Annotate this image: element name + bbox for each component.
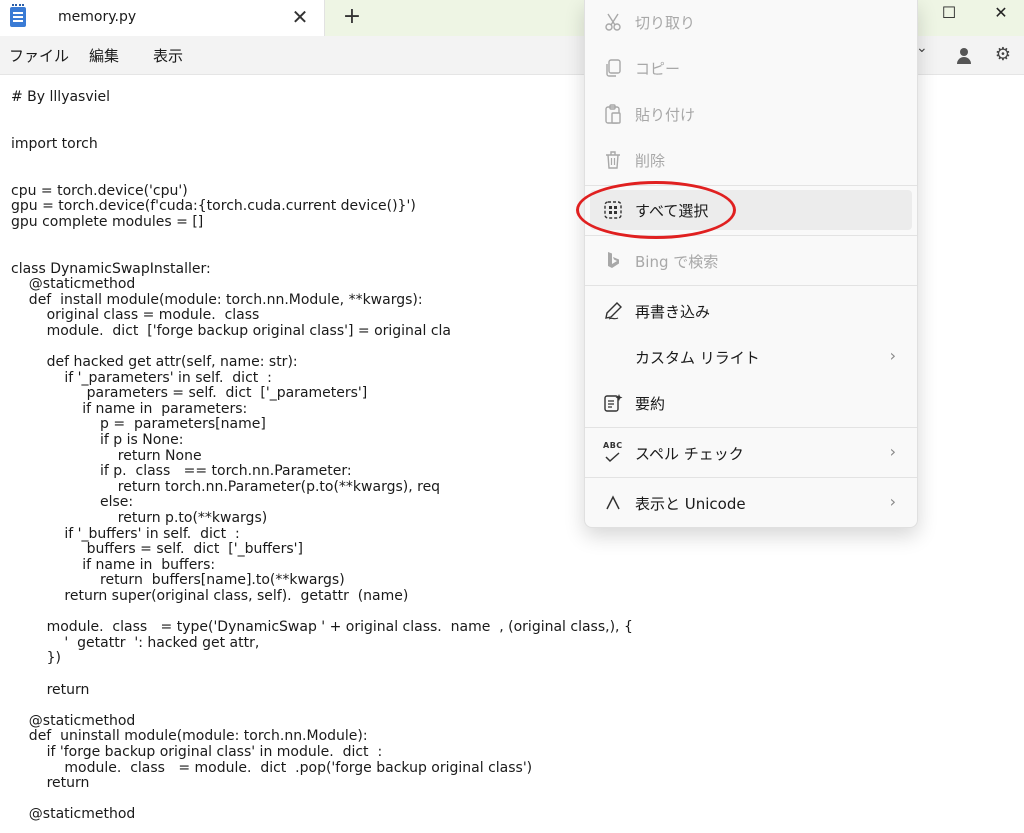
menu-item-rewrite[interactable]: 再書き込み [590,291,912,331]
scissors-icon [602,11,624,33]
menu-file[interactable]: ファイル [9,45,69,66]
pen-icon [602,300,624,322]
menu-item-paste[interactable]: 貼り付け [590,94,912,134]
code-line: ' getattr ': hacked get attr, [11,634,260,651]
menu-item-label: 削除 [635,152,666,170]
menu-item-spell-check[interactable]: ABC スペル チェック › [590,433,912,473]
code-line: def uninstall module(module: torch.nn.Mo… [11,728,368,745]
code-line: module. class = type('DynamicSwap ' + or… [11,619,633,636]
menu-item-label: 表示と Unicode [635,495,746,513]
menu-item-label: 切り取り [635,14,696,32]
menu-item-delete[interactable]: 削除 [590,140,912,180]
menu-item-display-unicode[interactable]: 表示と Unicode › [590,483,912,523]
menu-item-label: 再書き込み [635,303,711,321]
annotation-highlight-circle [576,181,736,239]
code-line: return super(original class, self). geta… [11,588,409,604]
chevron-right-icon: › [889,346,896,365]
code-line: }) [11,650,61,667]
code-line: return [11,681,90,698]
chevron-right-icon: › [889,492,896,511]
menu-item-copy[interactable]: コピー [590,48,912,88]
close-tab-button[interactable]: ✕ [289,4,311,30]
menu-edit[interactable]: 編集 [89,45,119,66]
menu-item-bing-search[interactable]: Bing で検索 [590,241,912,281]
menu-item-label: 貼り付け [635,106,696,124]
menu-item-label: スペル チェック [635,445,744,463]
code-line: return buffers[name].to(**kwargs) [11,572,345,589]
clipboard-icon [602,103,624,125]
context-menu: 切り取り コピー 貼り付け 削除 すべて選択 Bing で検索 再書き込み カス… [584,0,918,528]
code-line: if name in buffers: [11,556,216,573]
code-line: if 'forge backup original class' in modu… [11,743,383,760]
menu-separator [585,477,917,478]
menu-item-label: コピー [635,60,681,78]
menu-item-cut[interactable]: 切り取り [590,2,912,42]
menu-item-summarize[interactable]: 要約 [590,383,912,423]
code-line: return [11,775,90,792]
menu-item-custom-rewrite[interactable]: カスタム リライト › [590,337,912,377]
menu-item-label: 要約 [635,395,666,413]
new-tab-button[interactable]: + [340,4,364,30]
caret-up-icon [602,492,624,514]
copy-icon [602,57,624,79]
tab-memory-py[interactable]: memory.py ✕ [0,0,325,36]
menu-separator [585,427,917,428]
trash-icon [602,149,624,171]
code-line: buffers = self. dict ['_buffers'] [11,541,303,558]
bing-icon [602,250,624,272]
code-line: if '_buffers' in self. dict : [11,525,240,542]
menu-item-label: カスタム リライト [635,349,760,367]
code-line: @staticmethod [11,712,136,729]
account-avatar-icon[interactable] [955,46,973,64]
summarize-sparkle-icon [602,392,624,414]
chevron-right-icon: › [889,442,896,461]
spell-check-icon: ABC [602,441,624,464]
menu-item-label: Bing で検索 [635,253,719,271]
notepad-icon [10,4,26,27]
close-window-button[interactable]: ✕ [978,0,1024,36]
maximize-button[interactable]: ☐ [926,0,972,36]
tab-title: memory.py [58,9,137,25]
menu-separator [585,285,917,286]
menu-view[interactable]: 表示 [153,45,183,66]
settings-gear-icon[interactable]: ⚙ [993,45,1013,65]
code-line: module. class = module. dict .pop('forge… [11,759,533,776]
code-line: @staticmethod [11,806,136,823]
